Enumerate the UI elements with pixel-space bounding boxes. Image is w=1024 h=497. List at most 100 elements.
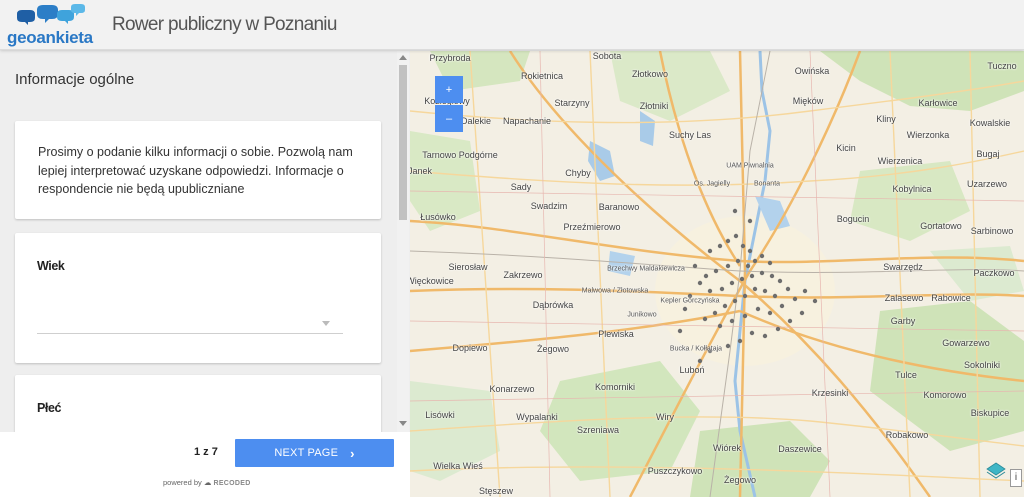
scrollbar-thumb[interactable] [399, 65, 407, 220]
question-label-age: Wiek [37, 259, 65, 273]
map-place-label: Janek [410, 166, 433, 176]
app-title: Rower publiczny w Poznaniu [112, 14, 337, 35]
map-place-label: Przybroda [429, 53, 471, 63]
next-page-label: NEXT PAGE [274, 447, 339, 459]
map-place-label: Luboń [679, 365, 705, 375]
map-place-label: Sobota [592, 51, 622, 61]
map-place-label: Owińska [794, 66, 830, 76]
intro-text: Prosimy o podanie kilku informacji o sob… [38, 145, 353, 196]
geoankieta-logo[interactable]: geoankieta [7, 4, 93, 47]
map-place-label: Plewiska [598, 329, 634, 339]
survey-footer: 1 z 7 NEXT PAGE › powered by ☁ RECODED [0, 432, 410, 497]
map-place-label: Szreniawa [576, 425, 620, 435]
scroll-down-arrow-icon[interactable] [399, 421, 407, 426]
map-place-label: Łusówko [420, 212, 456, 222]
map-place-label: Wielka Wieś [433, 461, 483, 471]
map-district-label: Bucka / Kołłątaja [669, 345, 723, 353]
zoom-out-button[interactable]: – [435, 105, 463, 132]
map-place-label: Dopiewo [452, 343, 488, 353]
select-underline [37, 333, 343, 334]
map-place-label: Robakowo [885, 430, 929, 440]
map-place-label: Złotniki [639, 101, 669, 111]
map-place-label: Sierosław [448, 262, 488, 272]
map-place-label: Mięków [792, 96, 824, 106]
map-place-label: Wiry [656, 412, 674, 422]
question-card-gender: Płeć [15, 375, 381, 432]
map-place-label: Os. Jagielly [693, 180, 731, 188]
map-place-label: Wierzonka [906, 130, 950, 140]
map-place-label: Stęszew [478, 486, 514, 496]
map-place-label: Kliny [876, 114, 896, 124]
cloud-icon: ☁ [203, 478, 212, 487]
map-district-label: Brzechwy Maldakiewicza [607, 265, 685, 273]
map-place-label: Lisówki [425, 410, 455, 420]
map-place-label: Wiórek [712, 443, 742, 453]
intro-card: Prosimy o podanie kilku informacji o sob… [15, 121, 381, 219]
speech-bubbles-icon [17, 4, 85, 25]
map-place-label: UAM Piwnalnia [726, 162, 774, 170]
map-place-label: Zakrzewo [503, 270, 543, 280]
map-place-label: Kicin [836, 143, 856, 153]
vertical-scrollbar[interactable] [397, 51, 409, 432]
map-place-label: Daszewice [778, 444, 822, 454]
map-place-label: Zalasewo [884, 293, 924, 303]
app-header: geoankieta Rower publiczny w Poznaniu [0, 0, 1024, 50]
map-place-label: Złotkowo [631, 69, 669, 79]
map-place-label: Bogucin [836, 214, 870, 224]
scroll-up-arrow-icon[interactable] [399, 55, 407, 60]
map-place-label: Wierzenica [877, 156, 923, 166]
map-place-label: Suchy Las [668, 130, 712, 140]
next-page-button[interactable]: NEXT PAGE › [235, 439, 394, 467]
map-place-label: Chyby [565, 168, 591, 178]
map-place-label: Krzesinki [811, 388, 849, 398]
map-place-label: Dąbrówka [532, 300, 574, 310]
map-place-label: Karłowice [918, 98, 958, 108]
map-place-label: Garby [890, 316, 916, 326]
map-place-label: Żegowo [536, 344, 570, 354]
map-place-label: Starzyny [554, 98, 590, 108]
question-card-age: Wiek [15, 233, 381, 363]
map-place-label: Swadzim [530, 201, 568, 211]
map-district-label: Malwowa / Złotowska [581, 287, 649, 295]
map-place-label: Żegowo [723, 475, 757, 485]
map-place-label: Rokietnica [520, 71, 564, 81]
chevron-down-icon[interactable] [322, 321, 330, 326]
map-place-label: Kowalskie [969, 118, 1011, 128]
map-district-label: Kepler Górczyńska [660, 297, 720, 305]
map-place-label: Dalekie [460, 116, 492, 126]
map-place-label: Napachanie [502, 116, 552, 126]
powered-by-label: powered by [163, 478, 202, 487]
map-place-label: Paczkowo [973, 268, 1015, 278]
map-place-label: Tulce [895, 370, 917, 380]
map-place-label: Tucznо [987, 61, 1017, 71]
map-place-label: Bonanta [753, 180, 781, 188]
map-place-label: Baranowo [598, 202, 640, 212]
map-district-label: Junikowo [627, 311, 657, 319]
map-place-label: Sarbinowo [970, 226, 1014, 236]
powered-by: powered by ☁ RECODED [163, 478, 251, 487]
map-place-label: Komorowo [923, 390, 967, 400]
map-place-label: Tarnowo Podgórne [422, 150, 498, 160]
map-place-label: Bugaj [976, 149, 1000, 159]
logo-text: geoankieta [7, 28, 93, 47]
question-label-gender: Płeć [37, 401, 62, 415]
section-title: Informacje ogólne [15, 71, 135, 88]
layers-icon[interactable] [986, 461, 1006, 481]
map-place-label: Sady [510, 182, 532, 192]
info-icon[interactable]: i [1010, 469, 1022, 487]
map-view[interactable]: Przybroda Sobota Złotkowo Owińska Tucznо… [410, 51, 1024, 497]
map-place-label: Sokolniki [963, 360, 1001, 370]
map-place-label: Gortatowo [920, 221, 962, 231]
map-place-label: Wypalanki [516, 412, 558, 422]
map-place-label: Kobylnica [892, 184, 932, 194]
map-place-label: Gowarzewo [942, 338, 990, 348]
map-place-label: Więckowice [410, 276, 454, 286]
zoom-in-button[interactable]: + [435, 76, 463, 103]
map-place-label: Komorniki [594, 382, 636, 392]
survey-scroll-area[interactable]: Informacje ogólne Prosimy o podanie kilk… [0, 51, 396, 432]
map-place-label: Przeźmierowo [563, 222, 621, 232]
map-place-label: Puszczykowo [647, 466, 703, 476]
map-place-label: Rabowice [931, 293, 971, 303]
survey-panel: Informacje ogólne Prosimy o podanie kilk… [0, 51, 410, 497]
map-place-label: Konarzewo [489, 384, 535, 394]
